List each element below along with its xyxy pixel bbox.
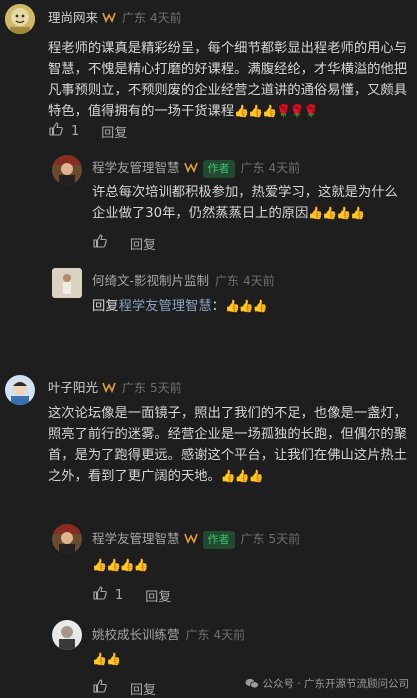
reply-author[interactable]: 程学友管理智慧 [92,160,180,175]
reply-emoji: 👍👍👍👍 [308,206,365,220]
comment-time: 4天前 [150,11,182,25]
comment-header: 叶子阳光 广东 5天前 [48,377,182,396]
reply-button[interactable]: 回复 [130,234,156,253]
comment-actions: 1 回复 [48,121,127,141]
reply-button[interactable]: 回复 [130,679,156,698]
comment-location: 广东 [122,11,147,25]
badge-icon [102,11,116,23]
reply-time: 4天前 [268,161,301,175]
wechat-icon [245,678,260,689]
reply-header: 姚校成长训练营 广东 4天前 [92,624,245,643]
badge-icon [183,532,198,544]
watermark-prefix: 公众号 · [262,678,301,690]
like-icon[interactable] [92,233,108,253]
like-icon[interactable] [92,678,108,698]
comment-text: 这次论坛像是一面镜子，照出了我们的不足，也像是一盏灯，照亮了前行的迷雾。经营企业… [48,406,408,484]
like-icon[interactable] [92,585,108,605]
like-icon[interactable] [48,121,64,141]
reply-author[interactable]: 何绮文-影视制片监制 [92,273,209,288]
comment-emoji: 👍👍👍🌹🌹🌹 [234,104,319,118]
reply-to-link[interactable]: 程学友管理智慧 [119,299,212,314]
author-tag: 作者 [202,160,235,178]
watermark: 公众号 · 广东开源节流顾问公司 [245,676,409,691]
reply-text: 许总每次培训都积极参加，热爱学习，这就是为什么企业做了30年，仍然蒸蒸日上的原因… [92,185,398,221]
avatar[interactable] [52,155,82,185]
comment-location: 广东 [122,381,147,395]
reply-time: 5天前 [268,532,301,546]
avatar[interactable] [52,620,82,650]
reply-actions: 回复 [92,678,156,698]
comment-author[interactable]: 叶子阳光 [48,380,98,395]
avatar[interactable] [52,524,82,554]
like-count: 1 [71,123,80,139]
reply-location: 广东 [240,161,265,175]
reply-header: 程学友管理智慧 作者 广东 4天前 [92,157,300,178]
comment-time: 5天前 [150,381,182,395]
reply-author[interactable]: 姚校成长训练营 [92,627,180,642]
comment-emoji: 👍👍👍 [220,469,264,483]
reply-time: 4天前 [243,274,275,288]
reply-emoji: 👍👍👍👍 [92,558,149,572]
reply-emoji: 👍👍👍 [224,299,268,313]
avatar[interactable] [52,268,82,298]
like-count: 1 [115,587,124,603]
reply-button[interactable]: 回复 [145,586,171,605]
reply-author[interactable]: 程学友管理智慧 [92,531,180,546]
reply-location: 广东 [215,274,240,288]
reply-header: 程学友管理智慧 作者 广东 5天前 [92,528,300,549]
reply-text: 👍👍 [92,649,121,670]
reply-time: 4天前 [213,628,246,642]
reply-location: 广东 [240,532,265,546]
reply-header: 何绮文-影视制片监制 广东 4天前 [92,270,275,289]
reply-location: 广东 [185,628,210,642]
avatar[interactable] [5,4,35,34]
watermark-name: 广东开源节流顾问公司 [304,678,409,690]
reply-text: 👍👍👍👍 [92,555,149,576]
comment-header: 理尚网来 广东 4天前 [48,7,182,26]
reply-actions: 1 回复 [92,585,171,605]
reply-button[interactable]: 回复 [101,122,127,141]
reply-text: 回复程学友管理智慧：👍👍👍 [92,299,268,314]
avatar[interactable] [5,375,35,405]
reply-actions: 回复 [92,233,156,253]
badge-icon [102,381,116,393]
badge-icon [183,161,198,173]
reply-emoji: 👍👍 [92,652,121,666]
author-tag: 作者 [202,531,235,549]
reply-prefix: 回复 [92,299,119,314]
comment-author[interactable]: 理尚网来 [48,10,98,25]
comment-text: 程老师的课真是精彩纷呈，每个细节都彰显出程老师的用心与智慧，不愧是精心打磨的好课… [48,41,408,119]
